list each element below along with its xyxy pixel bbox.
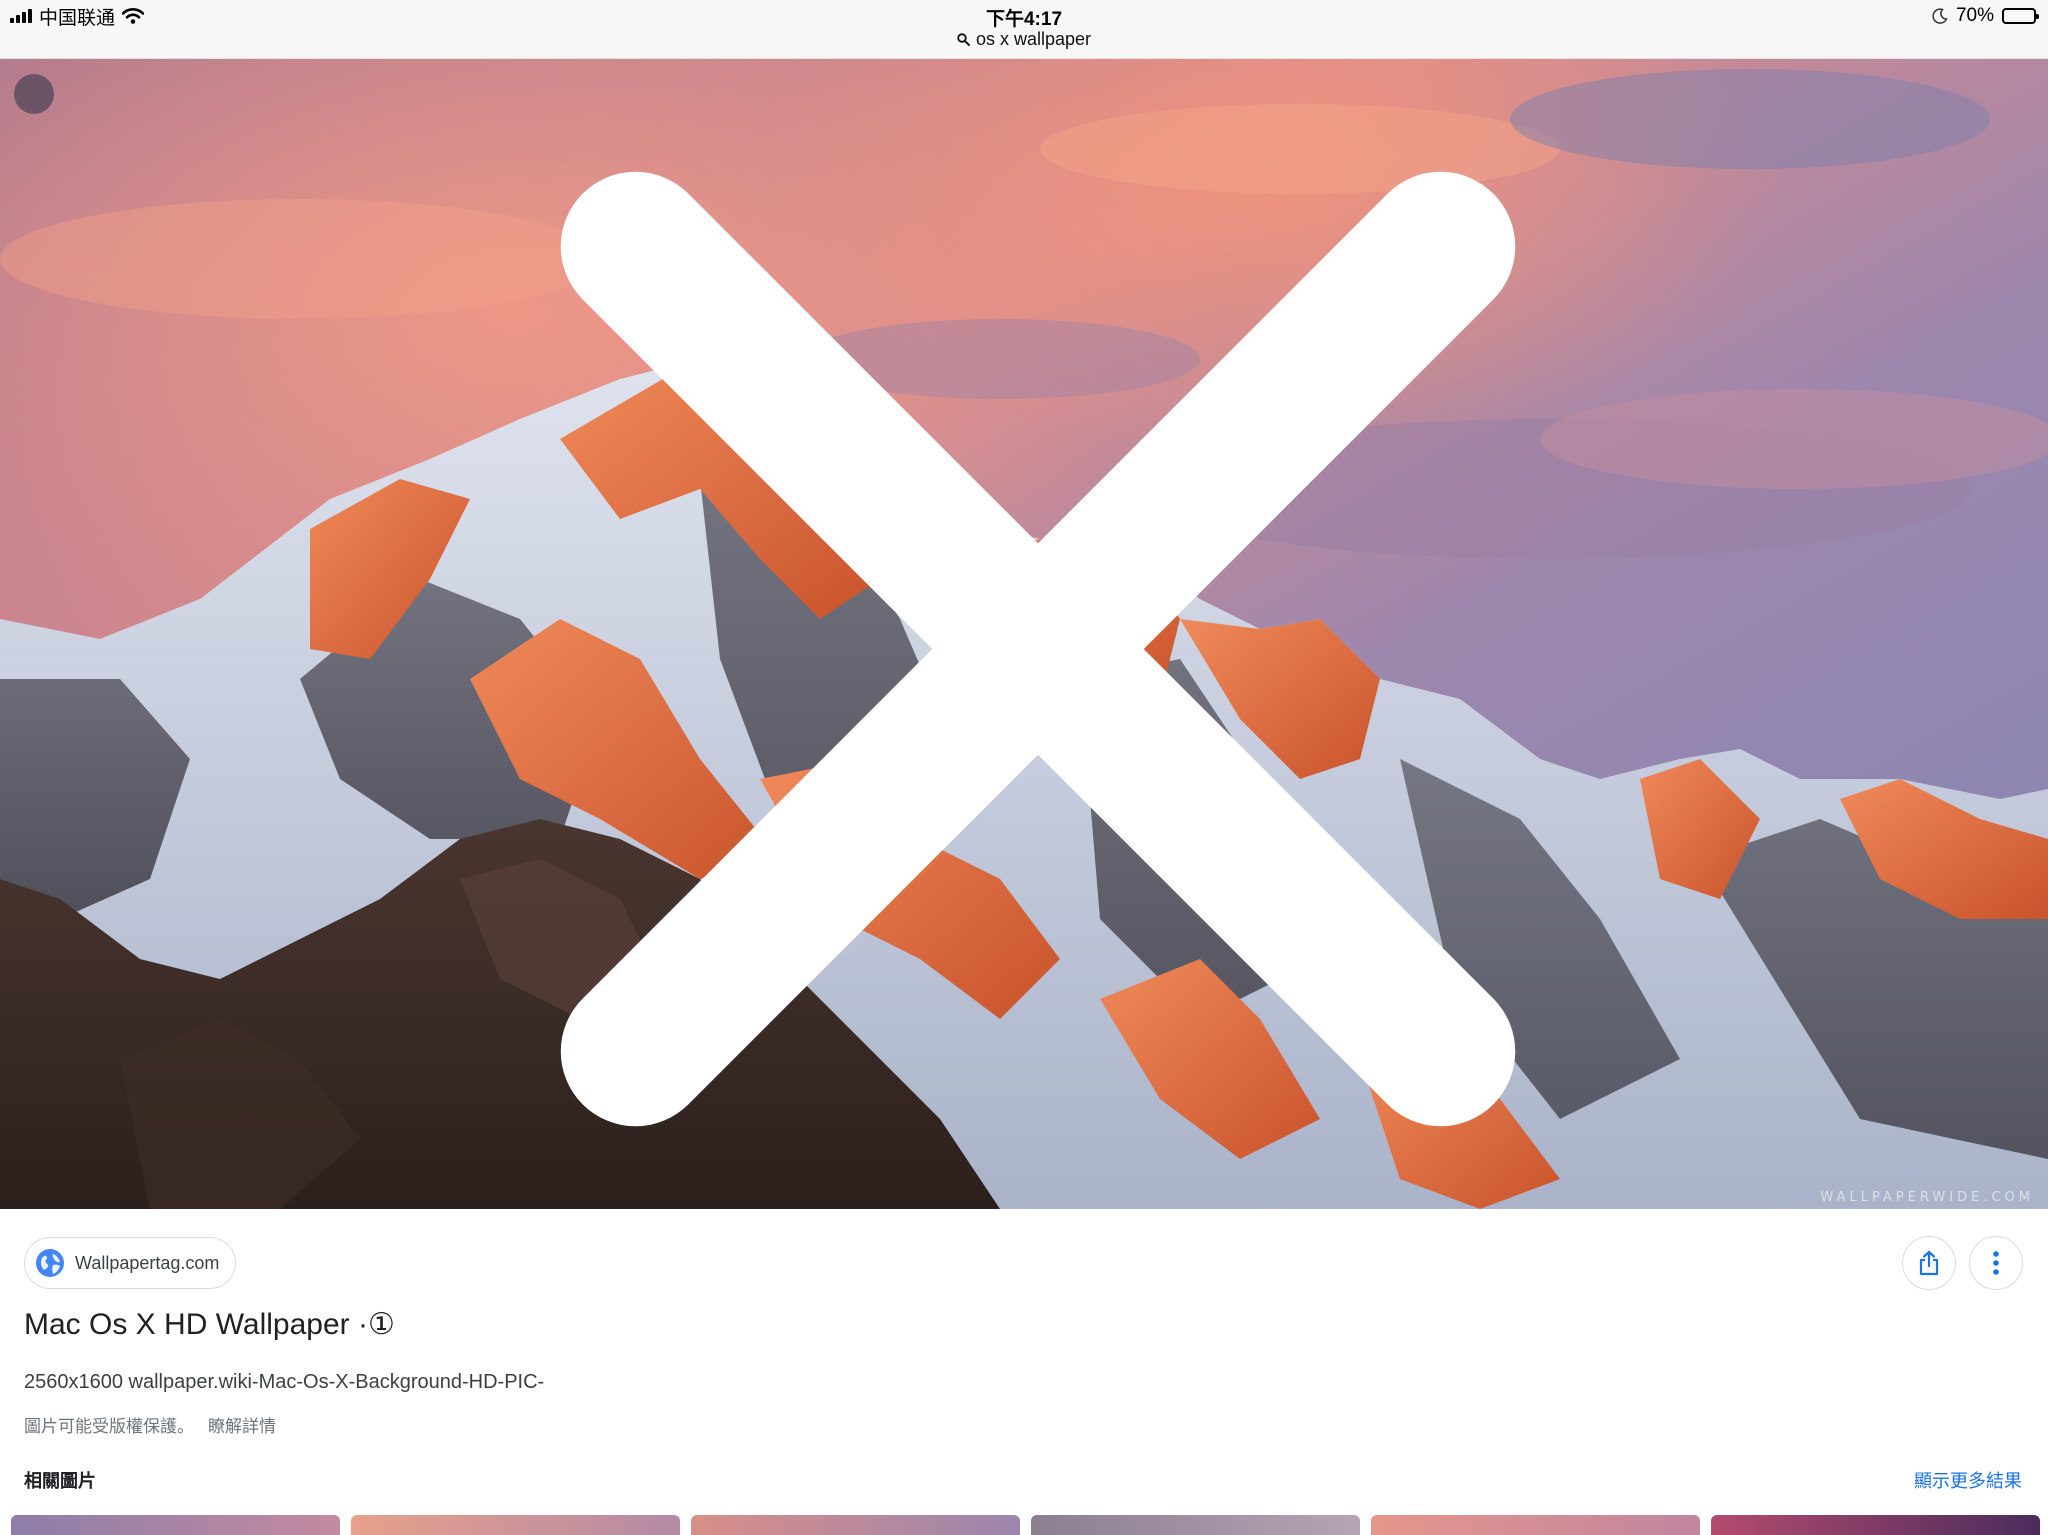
share-button[interactable] (1902, 1236, 1956, 1290)
related-image-thumbnail[interactable] (1711, 1515, 2040, 1535)
status-bar: 中国联通 下午4:17 os x wallpaper 70% (0, 0, 2048, 59)
globe-icon (36, 1249, 64, 1277)
battery-icon (2002, 8, 2039, 24)
image-title[interactable]: Mac Os X HD Wallpaper ·① (24, 1307, 395, 1342)
copyright-text: 圖片可能受版權保護。 (24, 1417, 194, 1436)
wallpaper-preview-image[interactable]: WALLPAPERWIDE.COM (0, 59, 2048, 1209)
related-image-thumbnail[interactable] (351, 1515, 680, 1535)
image-watermark: WALLPAPERWIDE.COM (1820, 1190, 2034, 1205)
source-site-chip[interactable]: Wallpapertag.com (24, 1237, 237, 1289)
source-site-name: Wallpapertag.com (75, 1252, 220, 1273)
more-vert-icon (1993, 1251, 1999, 1275)
close-button[interactable] (14, 74, 1516, 1127)
image-description: 2560x1600 wallpaper.wiki-Mac-Os-X-Backgr… (24, 1371, 545, 1393)
related-image-thumbnail[interactable] (1371, 1515, 1700, 1535)
learn-more-link[interactable]: 瞭解詳情 (208, 1417, 276, 1436)
search-query-bar[interactable]: os x wallpaper (0, 29, 2048, 50)
related-image-thumbnail[interactable] (11, 1515, 340, 1535)
search-icon (957, 33, 970, 46)
related-images-heading: 相關圖片 (24, 1471, 96, 1491)
moon-icon (1932, 8, 1948, 24)
search-query-text: os x wallpaper (975, 29, 1092, 49)
related-images-strip (11, 1515, 2048, 1535)
related-image-thumbnail[interactable] (691, 1515, 1020, 1535)
related-image-thumbnail[interactable] (1031, 1515, 1360, 1535)
share-icon (1919, 1250, 1939, 1276)
show-more-results-link[interactable]: 顯示更多結果 (1914, 1467, 2022, 1493)
more-options-button[interactable] (1969, 1236, 2023, 1290)
status-right: 70% (1932, 4, 2039, 28)
close-icon (560, 171, 1516, 1127)
status-time: 下午4:17 (985, 9, 1063, 30)
copyright-notice: 圖片可能受版權保護。 瞭解詳情 (24, 1412, 276, 1437)
battery-percent: 70% (1955, 5, 1994, 26)
